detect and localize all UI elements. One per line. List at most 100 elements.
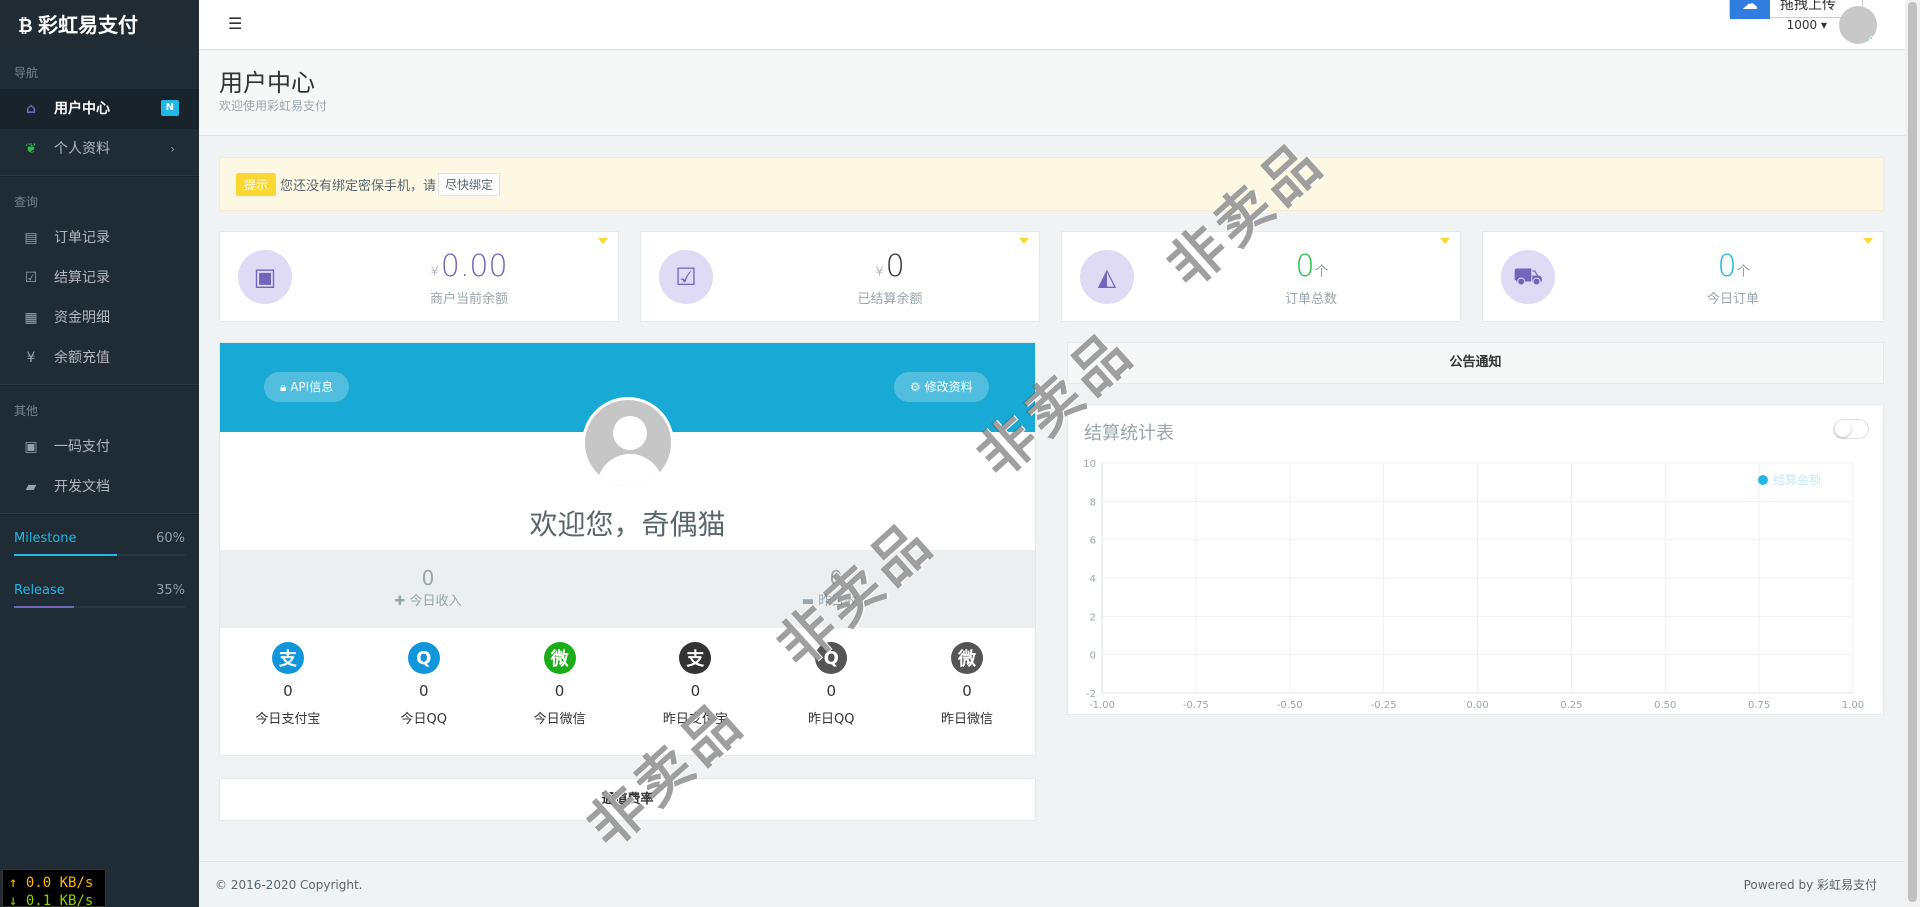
channel-value: 0 (418, 682, 429, 700)
settlement-chart-panel: 结算统计表 -2 0 2 4 6 8 10 -1.00 -0.75 -0.50 -0.25 0.00 0… (1067, 404, 1884, 715)
check-square-icon: ☑ (24, 270, 38, 286)
channel-value: 0 (283, 682, 293, 700)
brand[interactable]: ₿ 彩虹易支付 (0, 0, 199, 50)
lock-icon: 🔒︎ (280, 380, 287, 394)
nav-section-title: 导航 (14, 66, 39, 80)
chart-toggle-switch[interactable] (1833, 419, 1869, 439)
sidebar-item-funds[interactable]: ▦ 资金明细 (0, 298, 199, 338)
corner-marker (1863, 238, 1873, 244)
user-dropdown[interactable]: 1000 ▾ (1787, 18, 1827, 32)
x-tick-label: -0.50 (1277, 700, 1303, 711)
channel-label: 昨日支付宝 (662, 712, 728, 727)
stat-card-balance: ▣ ¥0.00 商户当前余额 (219, 231, 619, 322)
notice-panel-header[interactable]: 公告通知 (1067, 342, 1884, 384)
sidebar-item-settlements[interactable]: ☑ 结算记录 (0, 258, 199, 298)
avatar[interactable] (1839, 6, 1877, 44)
legend-label: 结算金额 (1773, 472, 1821, 487)
upload-speed: ↑ 0.0 KB/s (9, 875, 94, 891)
currency-symbol: ¥ (430, 265, 439, 280)
qq-icon: Q (815, 642, 848, 674)
alert-tag: 提示 (236, 172, 277, 196)
settlement-chart: -2 0 2 4 6 8 10 -1.00 -0.75 -0.50 -0.25 0.00 0.25 0.5… (1083, 459, 1864, 711)
sidebar-item-recharge[interactable]: ¥ 余额充值 (0, 338, 199, 378)
user-name: 1000 (1786, 18, 1818, 32)
sidebar-item-docs[interactable]: ▰ 开发文档 (0, 467, 199, 507)
corner-marker (598, 238, 608, 244)
channel-item: Q 0 昨日QQ (763, 628, 899, 755)
minus-icon: ▬ (801, 594, 815, 609)
api-info-button[interactable]: 🔒︎ API信息 (264, 372, 350, 402)
corner-marker (1440, 238, 1450, 244)
stat-value: 0 (1295, 249, 1315, 284)
yesterday-income: 0 ▬ 昨日收入 (736, 566, 936, 609)
scrollbar-thumb[interactable] (1908, 2, 1917, 902)
page-header: 用户中心 欢迎使用彩虹易支付 (199, 51, 1905, 136)
currency-symbol: ¥ (875, 265, 884, 280)
y-tick-label: 4 (1090, 574, 1096, 585)
channel-label: 昨日微信 (941, 712, 994, 727)
channel-value: 0 (690, 682, 701, 700)
calendar-icon: ▦ (24, 310, 38, 326)
bind-now-button[interactable]: 尽快绑定 (438, 172, 501, 196)
nav-section-title: 查询 (14, 195, 39, 209)
y-tick-label: 0 (1090, 651, 1096, 662)
button-label: 修改资料 (924, 380, 973, 394)
channel-value: 0 (554, 682, 565, 700)
y-tick-label: 6 (1090, 536, 1096, 547)
stat-card-today-orders: ⛟ 0个 今日订单 (1482, 231, 1884, 322)
stat-value: 0 (885, 249, 905, 284)
book-icon: ▰ (25, 479, 37, 495)
alipay-icon: 支 (679, 642, 712, 674)
sidebar-item-profile[interactable]: ❦ 个人资料 › (0, 129, 199, 169)
vertical-scrollbar[interactable] (1905, 0, 1920, 907)
income-summary: 0 ✚ 今日收入 0 ▬ 昨日收入 (220, 550, 1035, 628)
bind-phone-alert: 提示 您还没有绑定密保手机，请 尽快绑定 (219, 157, 1884, 211)
new-badge: N (160, 100, 179, 116)
progress-fill (14, 606, 74, 608)
divider (0, 513, 199, 515)
channel-label: 今日QQ (400, 712, 447, 727)
sidebar-item-label: 订单记录 (54, 230, 110, 246)
chart-title: 结算统计表 (1084, 423, 1174, 444)
y-tick-label: 10 (1083, 459, 1096, 470)
sidebar-item-orders[interactable]: ▤ 订单记录 (0, 218, 199, 258)
net-speed-widget: ↑ 0.0 KB/s ↓ 0.1 KB/s (2, 869, 106, 907)
x-tick-label: -0.75 (1183, 700, 1209, 711)
channel-stats: 支 0 今日支付宝 Q 0 今日QQ 微 0 今日微信 支 0 昨日支付宝 Q 0 昨日QQ 微 0 昨日微信 (220, 628, 1035, 755)
x-tick-label: 0.25 (1560, 700, 1582, 711)
progress-label: Release (14, 583, 65, 598)
sidebar-item-qrpay[interactable]: ▣ 一码支付 (0, 427, 199, 467)
income-value: 0 (421, 566, 435, 590)
sidebar-item-label: 一码支付 (54, 439, 110, 455)
channel-item: 支 0 昨日支付宝 (627, 628, 763, 755)
sidebar-item-user-center[interactable]: ⌂ 用户中心 N (0, 89, 199, 129)
income-label: 今日收入 (409, 594, 462, 609)
upload-label: 拖拽上传 (1780, 0, 1836, 13)
channel-rate-panel[interactable]: 通道费率 (219, 778, 1036, 821)
qq-icon: Q (407, 642, 440, 674)
sidebar-item-label: 个人资料 (54, 141, 110, 157)
stat-suffix: 个 (1314, 264, 1329, 280)
income-value: 0 (829, 566, 843, 590)
channel-value: 0 (826, 682, 836, 700)
progress-percent: 60% (156, 531, 185, 546)
stat-card-total-orders: ◭ 0个 订单总数 (1061, 231, 1461, 322)
divider (0, 175, 199, 177)
sidebar-item-label: 资金明细 (54, 310, 110, 326)
stat-value: 0.00 (440, 249, 508, 284)
button-label: API信息 (290, 380, 334, 394)
x-tick-label: -0.25 (1371, 700, 1397, 711)
wechat-icon: 微 (951, 642, 984, 674)
y-tick-label: 8 (1090, 497, 1096, 508)
channel-item: 支 0 今日支付宝 (220, 628, 356, 755)
legend-marker (1758, 475, 1768, 485)
today-income: 0 ✚ 今日收入 (328, 566, 528, 609)
copyright-text: © 2016-2020 Copyright. (215, 878, 363, 892)
nav-section-title: 其他 (14, 404, 39, 418)
menu-toggle-icon[interactable]: ☰ (228, 14, 242, 33)
sidebar-item-label: 结算记录 (54, 270, 110, 286)
x-tick-label: 1.00 (1842, 700, 1864, 711)
x-tick-label: 0.00 (1466, 700, 1488, 711)
edit-profile-button[interactable]: ⚙ 修改资料 (894, 372, 989, 402)
sidebar: ₿ 彩虹易支付 导航 ⌂ 用户中心 N ❦ 个人资料 › 查询 ▤ 订单记录 ☑ … (0, 0, 199, 907)
